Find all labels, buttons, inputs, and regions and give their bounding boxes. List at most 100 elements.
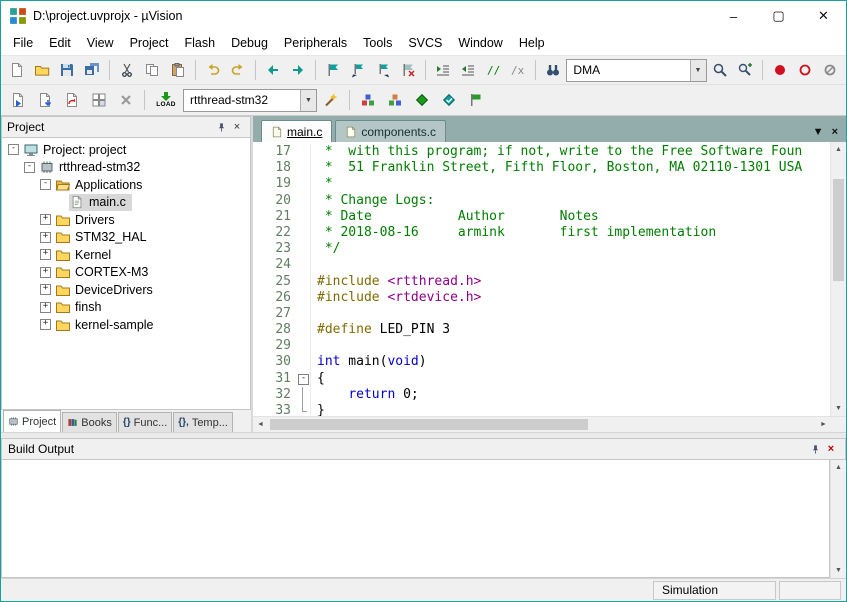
new-file-icon[interactable] — [5, 57, 29, 83]
paste-icon[interactable] — [165, 57, 189, 83]
redo-icon[interactable] — [226, 57, 250, 83]
editor-horizontal-scrollbar[interactable]: ◄ ► — [253, 416, 846, 432]
scroll-down-icon[interactable]: ▼ — [831, 563, 846, 578]
panel-tab-func[interactable]: {}Func... — [118, 412, 172, 432]
bookmark-next-icon[interactable] — [371, 57, 395, 83]
build-output-pin-icon[interactable] — [807, 441, 823, 457]
menu-edit[interactable]: Edit — [41, 33, 79, 53]
expand-icon[interactable]: + — [40, 214, 51, 225]
editor-tab-components-c[interactable]: components.c — [335, 120, 446, 142]
menu-flash[interactable]: Flash — [176, 33, 223, 53]
save-icon[interactable] — [55, 57, 79, 83]
expand-icon[interactable]: + — [40, 284, 51, 295]
expand-icon[interactable]: + — [40, 302, 51, 313]
expand-icon[interactable]: + — [40, 319, 51, 330]
menu-peripherals[interactable]: Peripherals — [276, 33, 355, 53]
target-select[interactable]: rtthread-stm32▼ — [183, 89, 317, 112]
tree-item-cortex-m3[interactable]: +CORTEX-M3 — [2, 264, 250, 282]
minimize-button[interactable]: – — [711, 1, 756, 31]
bookmark-toggle-icon[interactable] — [321, 57, 345, 83]
close-button[interactable]: ✕ — [801, 1, 846, 31]
bookmark-prev-icon[interactable] — [346, 57, 370, 83]
code-editor[interactable]: 17 * with this program; if not, write to… — [253, 142, 830, 416]
chevron-down-icon[interactable]: ▼ — [300, 90, 316, 111]
scroll-down-icon[interactable]: ▼ — [831, 401, 846, 416]
vscroll-thumb[interactable] — [833, 179, 844, 281]
project-panel-close-icon[interactable]: × — [229, 119, 245, 135]
download-load-button[interactable]: LOAD — [150, 86, 182, 114]
tree-item-kernel-sample[interactable]: +kernel-sample — [2, 316, 250, 334]
scroll-up-icon[interactable]: ▲ — [831, 460, 846, 475]
editor-tab-main-c[interactable]: main.c — [261, 120, 332, 142]
save-all-icon[interactable] — [80, 57, 104, 83]
editor-vertical-scrollbar[interactable]: ▲ ▼ — [830, 142, 846, 416]
document-list-chevron-icon[interactable]: ▼ — [813, 126, 824, 138]
bookmark-clear-icon[interactable] — [396, 57, 420, 83]
rte-diamond-icon[interactable] — [409, 87, 435, 113]
board-flag-icon[interactable] — [463, 87, 489, 113]
device-check-icon[interactable] — [436, 87, 462, 113]
tree-item-rtthread-stm32[interactable]: -rtthread-stm32 — [2, 159, 250, 177]
nav-back-icon[interactable] — [261, 57, 285, 83]
tree-item-kernel[interactable]: +Kernel — [2, 246, 250, 264]
stop-build-icon[interactable] — [113, 87, 139, 113]
tree-item-main-c[interactable]: main.c — [2, 194, 250, 212]
pin-icon[interactable] — [213, 119, 229, 135]
incremental-find-icon[interactable] — [733, 57, 757, 83]
manage-components-icon[interactable] — [355, 87, 381, 113]
menu-view[interactable]: View — [79, 33, 122, 53]
hscroll-thumb[interactable] — [270, 419, 588, 430]
fold-collapse-icon[interactable]: - — [298, 374, 309, 385]
menu-debug[interactable]: Debug — [223, 33, 276, 53]
build-output-content[interactable] — [1, 460, 830, 578]
menu-window[interactable]: Window — [450, 33, 510, 53]
tree-item-drivers[interactable]: +Drivers — [2, 211, 250, 229]
collapse-icon[interactable]: - — [40, 179, 51, 190]
indent-icon[interactable] — [431, 57, 455, 83]
search-combo[interactable]: DMA▼ — [566, 59, 706, 82]
menu-svcs[interactable]: SVCS — [400, 33, 450, 53]
expand-icon[interactable]: + — [40, 267, 51, 278]
nav-forward-icon[interactable] — [286, 57, 310, 83]
pack-installer-icon[interactable] — [382, 87, 408, 113]
tree-item-stm32-hal[interactable]: +STM32_HAL — [2, 229, 250, 247]
rebuild-icon[interactable] — [59, 87, 85, 113]
menu-tools[interactable]: Tools — [355, 33, 400, 53]
scroll-left-icon[interactable]: ◄ — [253, 417, 268, 432]
panel-tab-temp[interactable]: {},Temp... — [173, 412, 233, 432]
scroll-right-icon[interactable]: ► — [816, 417, 831, 432]
find-in-files-icon[interactable] — [541, 57, 565, 83]
menu-project[interactable]: Project — [122, 33, 177, 53]
translate-icon[interactable] — [5, 87, 31, 113]
breakpoint-kill-icon[interactable] — [818, 57, 842, 83]
breakpoint-insert-icon[interactable] — [768, 57, 792, 83]
panel-tab-books[interactable]: Books — [62, 412, 117, 432]
tree-item-applications[interactable]: -Applications — [2, 176, 250, 194]
build-output-close-icon[interactable]: × — [823, 441, 839, 457]
copy-icon[interactable] — [140, 57, 164, 83]
scroll-up-icon[interactable]: ▲ — [831, 142, 846, 157]
panel-tab-project[interactable]: Project — [3, 410, 61, 432]
close-document-icon[interactable]: × — [832, 126, 838, 138]
uncomment-icon[interactable]: /x — [506, 57, 530, 83]
breakpoint-disable-icon[interactable] — [793, 57, 817, 83]
expand-icon[interactable]: + — [40, 232, 51, 243]
tree-item-project-project[interactable]: -Project: project — [2, 141, 250, 159]
menu-help[interactable]: Help — [511, 33, 553, 53]
find-icon[interactable] — [708, 57, 732, 83]
target-options-icon[interactable] — [318, 87, 344, 113]
maximize-button[interactable]: ▢ — [756, 1, 801, 31]
menu-file[interactable]: File — [5, 33, 41, 53]
collapse-icon[interactable]: - — [8, 144, 19, 155]
build-output-scrollbar[interactable]: ▲ ▼ — [830, 460, 846, 578]
build-icon[interactable] — [32, 87, 58, 113]
open-file-icon[interactable] — [30, 57, 54, 83]
expand-icon[interactable]: + — [40, 249, 51, 260]
outdent-icon[interactable] — [456, 57, 480, 83]
comment-icon[interactable]: // — [481, 57, 505, 83]
chevron-down-icon[interactable]: ▼ — [690, 60, 706, 81]
tree-item-devicedrivers[interactable]: +DeviceDrivers — [2, 281, 250, 299]
tree-item-finsh[interactable]: +finsh — [2, 299, 250, 317]
batch-build-icon[interactable] — [86, 87, 112, 113]
cut-icon[interactable] — [115, 57, 139, 83]
